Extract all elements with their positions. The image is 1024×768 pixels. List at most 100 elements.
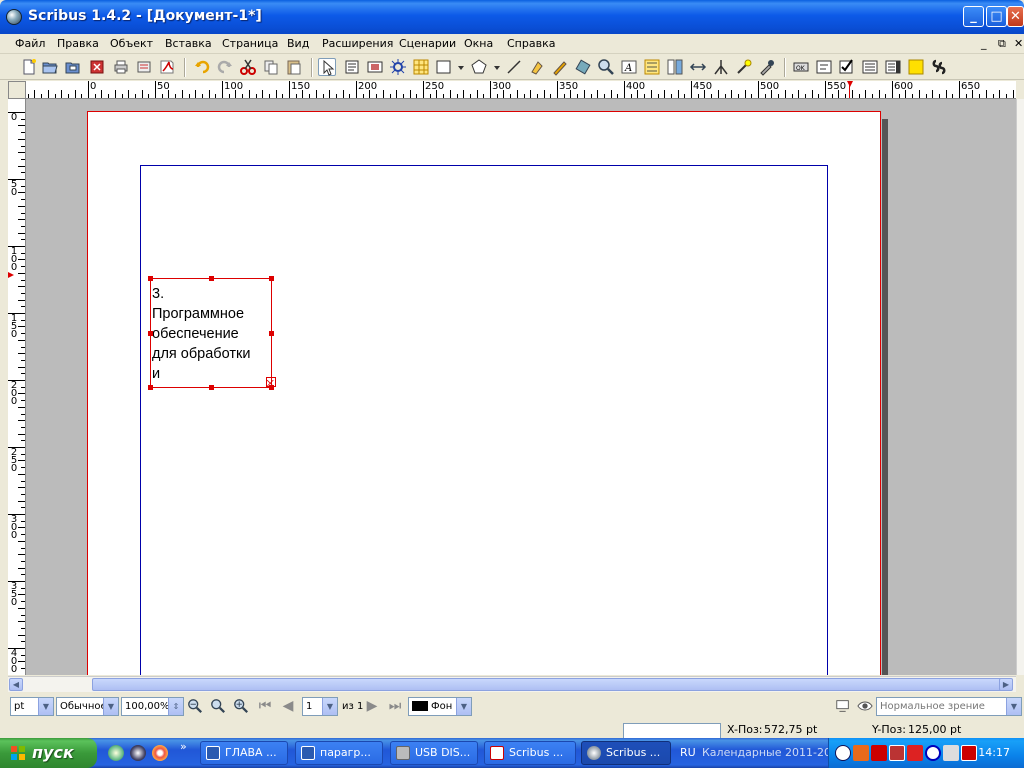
- document-canvas[interactable]: 3. Программное обеспечение для обработки…: [26, 99, 1016, 675]
- taskbar-item-active[interactable]: Scribus ...: [581, 741, 671, 765]
- tray-acrobat-icon[interactable]: [871, 745, 887, 761]
- zoom-input[interactable]: 100,00% ⇕: [121, 697, 184, 716]
- pdf-link-icon[interactable]: [930, 58, 948, 76]
- resize-handle[interactable]: [269, 276, 274, 281]
- close-button[interactable]: ✕: [1007, 6, 1024, 27]
- menu-insert[interactable]: Вставка: [165, 37, 212, 50]
- undo-icon[interactable]: [193, 58, 211, 76]
- scroll-left-button[interactable]: ◀: [9, 678, 23, 691]
- text-frame-icon[interactable]: [343, 58, 361, 76]
- polygon-dropdown-icon[interactable]: [488, 58, 500, 76]
- new-document-icon[interactable]: [20, 58, 38, 76]
- tray-app-icon[interactable]: [853, 745, 869, 761]
- magic-wand-icon[interactable]: [735, 58, 753, 76]
- menu-edit[interactable]: Правка: [57, 37, 99, 50]
- freehand-icon[interactable]: [551, 58, 569, 76]
- open-icon[interactable]: [41, 58, 59, 76]
- calendar-toolbar-label[interactable]: Календарные 2011-2012: [702, 746, 845, 759]
- text-frame[interactable]: 3. Программное обеспечение для обработки…: [150, 278, 272, 388]
- pdf-listbox-icon[interactable]: [884, 58, 902, 76]
- ruler-corner[interactable]: [8, 81, 26, 99]
- view-mode-select[interactable]: Нормальное зрение ▼: [876, 697, 1022, 716]
- open-recent-icon[interactable]: [64, 58, 82, 76]
- resize-handle[interactable]: [209, 385, 214, 390]
- menu-page[interactable]: Страница: [222, 37, 278, 50]
- unit-select[interactable]: pt ▼: [10, 697, 54, 716]
- doc-close-button[interactable]: ✕: [1014, 37, 1023, 50]
- doc-restore-button[interactable]: ⧉: [998, 37, 1006, 51]
- scribus-app-icon[interactable]: [6, 9, 22, 25]
- horizontal-ruler[interactable]: 0 50 100 150 200 250 300 350 400 450 500 550 600 650: [26, 81, 1016, 99]
- copy-properties-icon[interactable]: [712, 58, 730, 76]
- title-bar[interactable]: Scribus 1.4.2 - [Документ-1*] _ □ ✕: [0, 0, 1024, 34]
- menu-file[interactable]: Файл: [15, 37, 45, 50]
- pdf-annotation-icon[interactable]: [907, 58, 925, 76]
- last-page-icon[interactable]: ⏭: [386, 698, 404, 715]
- zoom-out-icon[interactable]: [186, 698, 204, 715]
- zoom-in-icon[interactable]: [232, 698, 250, 715]
- pdf-combobox-icon[interactable]: [861, 58, 879, 76]
- doc-minimize-button[interactable]: _: [981, 37, 987, 50]
- quicklaunch-app-icon[interactable]: [130, 745, 146, 761]
- zoom-100-icon[interactable]: [209, 698, 227, 715]
- link-frames-icon[interactable]: [643, 58, 661, 76]
- tray-close-icon[interactable]: [961, 745, 977, 761]
- quicklaunch-mail-icon[interactable]: [152, 745, 168, 761]
- taskbar-item[interactable]: парагр...: [295, 741, 383, 765]
- taskbar-item[interactable]: ГЛАВА ...: [200, 741, 288, 765]
- pdf-textfield-icon[interactable]: [815, 58, 833, 76]
- previous-page-icon[interactable]: ◀: [279, 698, 297, 715]
- shape-icon[interactable]: [435, 58, 453, 76]
- taskbar-item[interactable]: Scribus ...: [484, 741, 576, 765]
- text-frame-content[interactable]: 3. Программное обеспечение для обработки…: [152, 284, 250, 384]
- page-number-select[interactable]: 1 ▼: [302, 697, 338, 716]
- render-frame-icon[interactable]: [389, 58, 407, 76]
- tray-k-icon[interactable]: [907, 745, 923, 761]
- rotate-icon[interactable]: [574, 58, 592, 76]
- menu-view[interactable]: Вид: [287, 37, 309, 50]
- cut-icon[interactable]: [239, 58, 257, 76]
- horizontal-scrollbar[interactable]: ◀ ▶: [8, 676, 1016, 692]
- image-frame-icon[interactable]: [366, 58, 384, 76]
- zoom-icon[interactable]: [597, 58, 615, 76]
- select-icon[interactable]: [318, 58, 336, 76]
- tray-security-icon[interactable]: [889, 745, 905, 761]
- vertical-scrollbar[interactable]: [1016, 99, 1024, 675]
- paste-icon[interactable]: [285, 58, 303, 76]
- tray-network-icon[interactable]: [925, 745, 941, 761]
- unlink-frames-icon[interactable]: [666, 58, 684, 76]
- image-quality-select[interactable]: Обычное ▼: [56, 697, 119, 716]
- language-indicator[interactable]: RU: [680, 746, 696, 759]
- tray-expand-icon[interactable]: [835, 745, 851, 761]
- edit-text-icon[interactable]: A: [620, 58, 638, 76]
- pdf-export-icon[interactable]: [158, 58, 176, 76]
- resize-handle[interactable]: [148, 331, 153, 336]
- print-icon[interactable]: [112, 58, 130, 76]
- taskbar-item[interactable]: USB DIS...: [390, 741, 478, 765]
- next-page-icon[interactable]: ▶: [363, 698, 381, 715]
- tray-monitor-icon[interactable]: [943, 745, 959, 761]
- resize-handle[interactable]: [209, 276, 214, 281]
- shape-dropdown-icon[interactable]: [452, 58, 464, 76]
- menu-item[interactable]: Объект: [110, 37, 153, 50]
- redo-icon[interactable]: [216, 58, 234, 76]
- pdf-button-icon[interactable]: OK: [792, 58, 810, 76]
- resize-handle[interactable]: [148, 385, 153, 390]
- scrollbar-thumb[interactable]: [92, 678, 1002, 691]
- menu-scripts[interactable]: Сценарии: [399, 37, 456, 50]
- quicklaunch-expand-icon[interactable]: »: [180, 740, 187, 753]
- first-page-icon[interactable]: ⏮: [256, 698, 274, 715]
- table-icon[interactable]: [412, 58, 430, 76]
- menu-windows[interactable]: Окна: [464, 37, 493, 50]
- eyedropper-icon[interactable]: [758, 58, 776, 76]
- scroll-right-button[interactable]: ▶: [999, 678, 1013, 691]
- menu-help[interactable]: Справка: [507, 37, 555, 50]
- resize-handle[interactable]: [148, 276, 153, 281]
- resize-handle[interactable]: [269, 331, 274, 336]
- eye-icon[interactable]: [856, 698, 874, 715]
- measure-icon[interactable]: [689, 58, 707, 76]
- preflight-icon[interactable]: [135, 58, 153, 76]
- pdf-checkbox-icon[interactable]: [838, 58, 856, 76]
- minimize-button[interactable]: _: [963, 6, 984, 27]
- layer-select[interactable]: Фон ▼: [408, 697, 472, 716]
